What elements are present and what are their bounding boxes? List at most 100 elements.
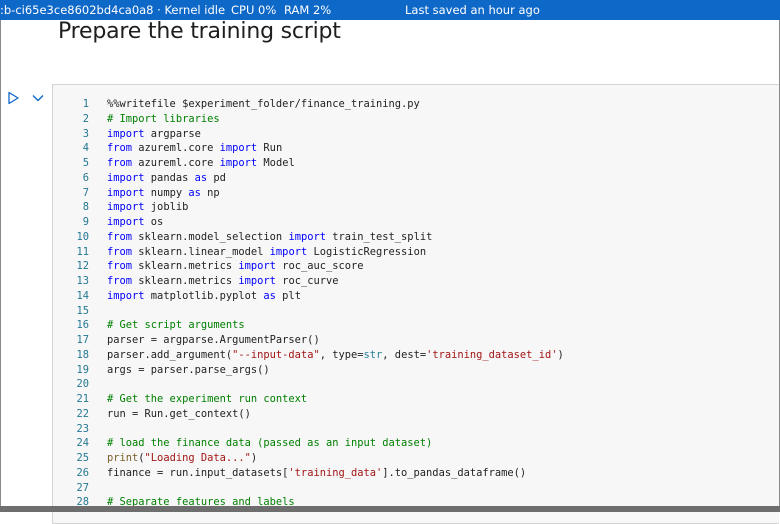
code-line[interactable]: 20 — [53, 377, 779, 391]
markdown-heading: Prepare the training script — [58, 19, 341, 44]
code-token: import — [288, 230, 326, 243]
line-number: 5 — [82, 157, 89, 169]
line-number: 24 — [76, 437, 89, 450]
line-number: 16 — [76, 319, 89, 332]
line-number: 13 — [76, 275, 89, 287]
code-line[interactable]: 27 — [53, 481, 779, 495]
line-number: 19 — [76, 363, 89, 376]
code-line[interactable]: 23 — [53, 422, 779, 436]
code-line[interactable]: 17 parser = argparse.ArgumentParser() — [53, 333, 779, 347]
code-line[interactable]: 2 # Import libraries — [53, 112, 779, 126]
line-number: 11 — [76, 245, 89, 258]
code-token: 'training_dataset_id' — [426, 348, 558, 361]
code-line[interactable]: 22 run = Run.get_context() — [53, 407, 779, 421]
code-token: import — [238, 260, 276, 273]
code-line[interactable]: 12 from sklearn.metrics import roc_auc_sc… — [53, 259, 779, 273]
code-token: parser.add_argument( — [107, 348, 233, 361]
horizontal-scrollbar[interactable] — [0, 506, 780, 512]
code-token: from — [107, 260, 133, 273]
status-bar: :b-ci65e3ce8602bd4ca0a8 · Kernel idle CP… — [0, 0, 780, 20]
code-text: # Get script arguments — [107, 318, 245, 332]
code-token: ) — [557, 348, 564, 361]
line-number: 17 — [76, 334, 89, 346]
code-token: sklearn.metrics — [132, 260, 239, 273]
code-token: import — [107, 201, 145, 214]
code-text: import matplotlib.pyplot as plt — [107, 289, 301, 303]
cpu-usage: CPU 0% — [231, 3, 277, 17]
code-line[interactable]: 5 from azureml.core import Model — [53, 156, 779, 170]
code-token: args = parser.parse_args() — [107, 363, 270, 376]
code-line[interactable]: 15 — [53, 304, 779, 318]
line-number: 3 — [82, 127, 89, 140]
line-number: 27 — [76, 481, 89, 494]
code-token: azureml.core — [132, 142, 220, 155]
line-number: 1 — [82, 98, 89, 110]
code-line[interactable]: 3 import argparse — [53, 127, 779, 141]
code-text: from sklearn.model_selection import trai… — [107, 230, 432, 244]
code-token: "--input-data" — [232, 348, 320, 361]
code-token: # Get the experiment run context — [107, 393, 308, 405]
code-token: from — [107, 230, 133, 243]
code-token: os — [144, 216, 164, 228]
code-text: %%writefile $experiment_folder/finance_t… — [107, 97, 420, 111]
code-line[interactable]: 26 finance = run.input_datasets['training… — [53, 466, 779, 480]
code-token: import — [107, 216, 145, 228]
code-line[interactable]: 4 from azureml.core import Run — [53, 141, 779, 155]
code-token: roc_auc_score — [275, 260, 364, 273]
code-text: import numpy as np — [107, 186, 220, 200]
code-line[interactable]: 25 print("Loading Data...") — [53, 451, 779, 465]
code-token: from — [107, 275, 133, 287]
code-text: parser.add_argument("--input-data", type… — [107, 348, 564, 362]
code-text: from sklearn.metrics import roc_auc_scor… — [107, 259, 364, 273]
code-token: as — [263, 289, 276, 302]
code-text: from sklearn.linear_model import Logisti… — [107, 245, 426, 259]
code-line[interactable]: 16 # Get script arguments — [53, 318, 779, 332]
run-cell-icon[interactable] — [6, 90, 20, 105]
code-line[interactable]: 8 import joblib — [53, 200, 779, 214]
code-line[interactable]: 24 # load the finance data (passed as an … — [53, 436, 779, 450]
code-text: print("Loading Data...") — [107, 451, 257, 465]
code-token: sklearn.model_selection — [132, 230, 289, 243]
code-line[interactable]: 18 parser.add_argument("--input-data", ty… — [53, 348, 779, 362]
code-line[interactable]: 11 from sklearn.linear_model import Logis… — [53, 245, 779, 259]
code-token: argparse — [144, 127, 201, 140]
code-token: str — [363, 348, 383, 361]
code-line[interactable]: 13 from sklearn.metrics import roc_curve — [53, 274, 779, 288]
code-token: azureml.core — [132, 157, 220, 169]
compute-status[interactable]: :b-ci65e3ce8602bd4ca0a8 · Kernel idle — [0, 0, 225, 20]
code-text: run = Run.get_context() — [107, 407, 251, 421]
code-line[interactable]: 10 from sklearn.model_selection import tr… — [53, 230, 779, 244]
code-line[interactable]: 9 import os — [53, 215, 779, 229]
code-token: as — [188, 186, 201, 199]
code-line[interactable]: 6 import pandas as pd — [53, 171, 779, 185]
code-token: pandas — [144, 171, 195, 184]
code-token: import — [219, 157, 258, 169]
code-text: # Get the experiment run context — [107, 392, 307, 406]
line-number: 14 — [76, 289, 89, 302]
line-number: 2 — [82, 112, 89, 125]
code-token: sklearn.linear_model — [132, 245, 270, 258]
code-line[interactable]: 7 import numpy as np — [53, 186, 779, 200]
code-line[interactable]: 1 %%writefile $experiment_folder/finance_… — [53, 97, 779, 111]
line-number: 4 — [82, 142, 89, 155]
code-token: %%writefile $experiment_folder/finance_t… — [107, 98, 420, 110]
code-token: import — [269, 245, 308, 258]
code-line[interactable]: 21 # Get the experiment run context — [53, 392, 779, 406]
line-number: 18 — [76, 348, 89, 361]
line-number: 26 — [76, 466, 89, 479]
code-text: args = parser.parse_args() — [107, 363, 270, 377]
line-number: 21 — [76, 393, 89, 405]
code-text: finance = run.input_datasets['training_d… — [107, 466, 526, 480]
code-token: import — [107, 289, 145, 302]
code-token: from — [107, 142, 133, 155]
code-token: plt — [275, 289, 301, 302]
code-line[interactable]: 19 args = parser.parse_args() — [53, 363, 779, 377]
line-number: 8 — [82, 201, 89, 214]
line-number: 9 — [82, 216, 89, 228]
code-token: import — [238, 275, 276, 287]
code-text: from sklearn.metrics import roc_curve — [107, 274, 339, 288]
code-line[interactable]: 14 import matplotlib.pyplot as plt — [53, 289, 779, 303]
code-cell-editor[interactable]: 1 %%writefile $experiment_folder/finance_… — [52, 84, 779, 524]
chevron-down-icon[interactable] — [31, 90, 45, 104]
line-number: 12 — [76, 260, 89, 273]
